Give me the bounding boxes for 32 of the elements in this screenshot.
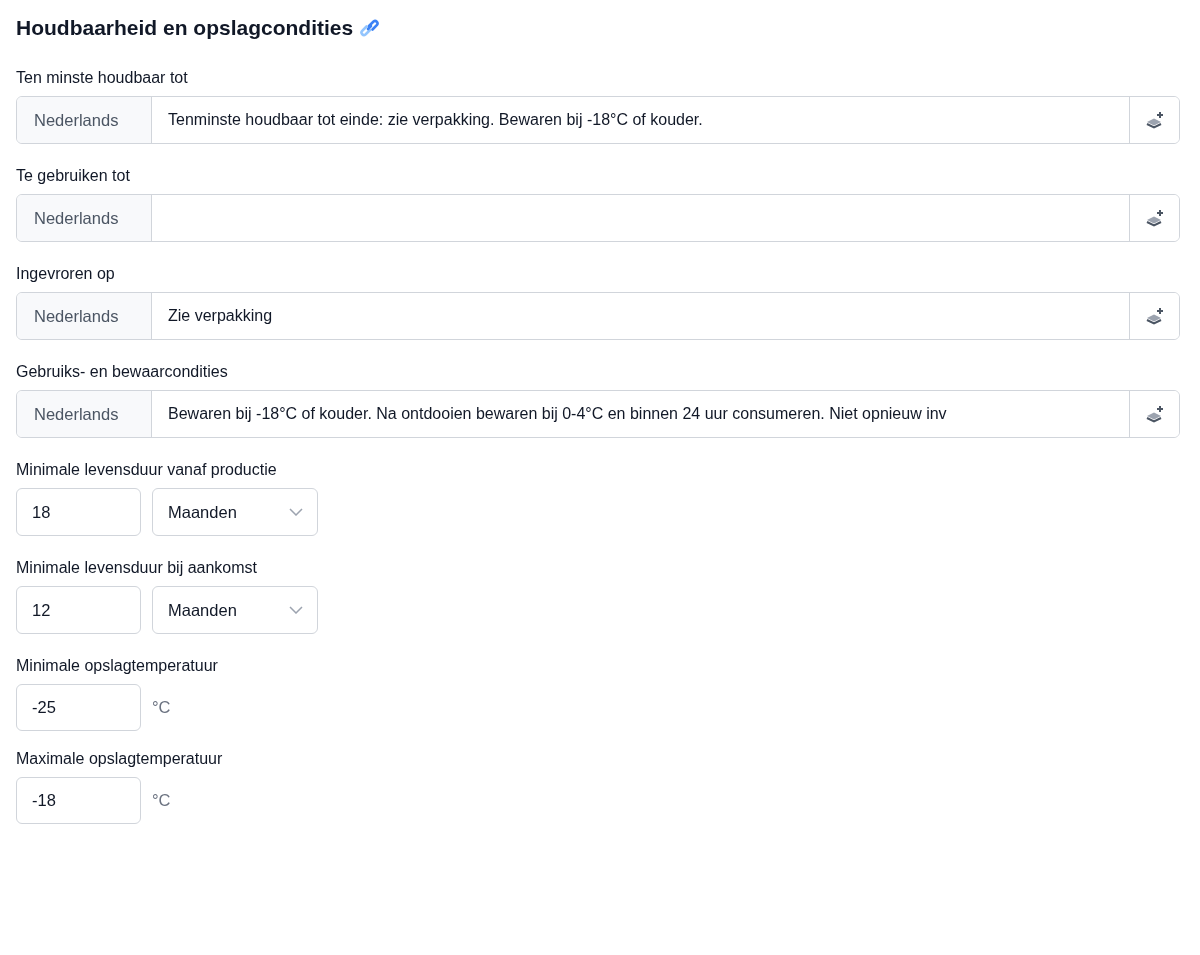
field-label: Minimale opslagtemperatuur: [16, 656, 218, 676]
add-translation-button[interactable]: [1129, 97, 1179, 143]
unit-dropdown[interactable]: Maanden: [152, 488, 318, 536]
unit-label: °C: [152, 791, 171, 810]
add-translation-button[interactable]: [1129, 195, 1179, 241]
add-translation-button[interactable]: [1129, 293, 1179, 339]
field-label: Minimale levensduur bij aankomst: [16, 558, 257, 578]
layers-add-icon: [1144, 111, 1165, 129]
chevron-down-icon: [289, 606, 303, 614]
text-field[interactable]: Nederlands Tenminste houdbaar tot einde: zie verpakking. Bewaren bij -18°C of kouder.: [16, 96, 1180, 144]
text-field[interactable]: Nederlands Bewaren bij -18°C of kouder. Na ontdooien bewaren bij 0-4°C en binnen 24 uur consumeren. Niet opnieuw inv: [16, 390, 1180, 438]
link-icon[interactable]: [359, 17, 382, 39]
unit-label: °C: [152, 698, 171, 717]
layers-add-icon: [1144, 209, 1165, 227]
layers-add-icon: [1144, 307, 1165, 325]
text-field[interactable]: Nederlands Zie verpakking: [16, 292, 1180, 340]
field-label: Minimale levensduur vanaf productie: [16, 460, 277, 480]
number-field[interactable]: 18: [16, 488, 141, 536]
unit-dropdown[interactable]: Maanden: [152, 586, 318, 634]
number-field[interactable]: -25: [16, 684, 141, 731]
number-field[interactable]: -18: [16, 777, 141, 824]
field-label: Maximale opslagtemperatuur: [16, 749, 223, 769]
text-field[interactable]: Nederlands: [16, 194, 1180, 242]
add-translation-button[interactable]: [1129, 391, 1179, 437]
layers-add-icon: [1144, 405, 1165, 423]
field-label: Ingevroren op: [16, 264, 115, 284]
field-label: Gebruiks- en bewaarcondities: [16, 362, 228, 382]
field-label: Ten minste houdbaar tot: [16, 68, 188, 88]
number-field[interactable]: 12: [16, 586, 141, 634]
section-title: Houdbaarheid en opslagcondities: [16, 16, 354, 40]
chevron-down-icon: [289, 508, 303, 516]
field-label: Te gebruiken tot: [16, 166, 130, 186]
